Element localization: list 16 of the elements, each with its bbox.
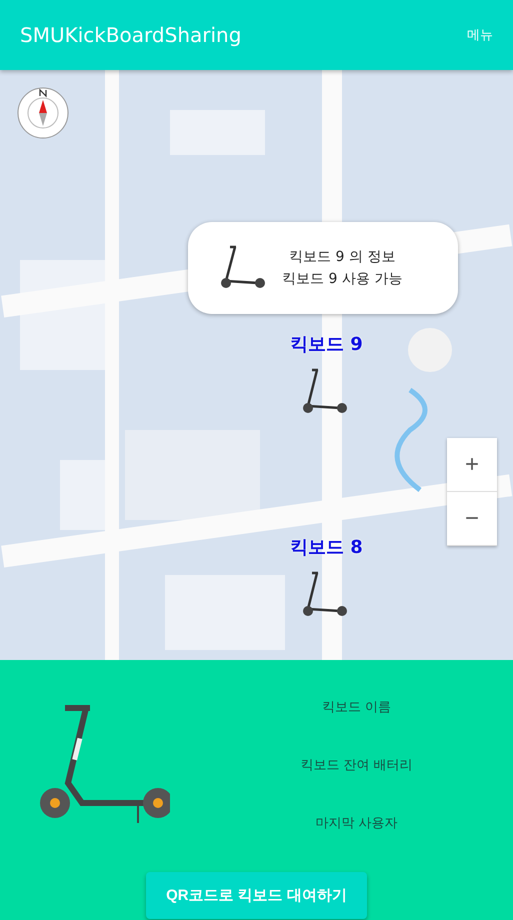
scooter-icon[interactable] (300, 368, 350, 416)
scooter-icon[interactable] (300, 571, 350, 619)
roundabout (408, 328, 452, 372)
detail-label: 킥보드 이름 (322, 699, 392, 716)
marker-label[interactable]: 킥보드 9 (290, 332, 363, 356)
detail-label: 마지막 사용자 (315, 815, 398, 832)
info-text: 킥보드 9 의 정보 (289, 248, 396, 266)
app-title: SMUKickBoardSharing (20, 23, 242, 47)
compass-icon[interactable] (16, 86, 70, 140)
zoom-out-button[interactable]: − (447, 492, 497, 546)
map-building (60, 460, 105, 530)
detail-label: 킥보드 잔여 배터리 (300, 757, 413, 774)
marker-label[interactable]: 킥보드 8 (290, 535, 363, 559)
zoom-in-button[interactable]: + (447, 438, 497, 492)
scooter-icon (218, 245, 268, 291)
info-text: 킥보드 9 사용 가능 (282, 270, 402, 288)
